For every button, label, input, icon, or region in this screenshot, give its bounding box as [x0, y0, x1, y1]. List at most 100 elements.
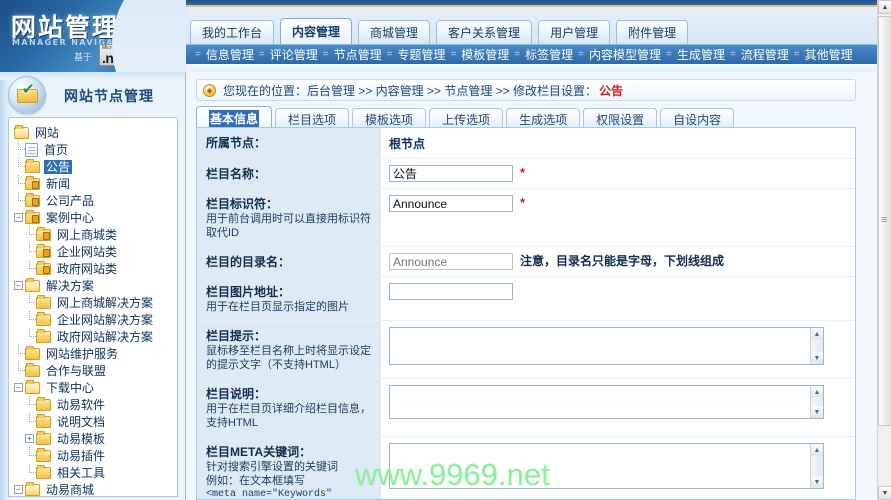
form-text-input-4[interactable]: [389, 283, 513, 300]
tree-node-20[interactable]: 相关工具: [14, 464, 177, 481]
form-field-cell: ▲ ▼: [382, 321, 855, 378]
folder-icon: [36, 311, 51, 326]
tree-guide: [14, 141, 25, 158]
tree-node-21[interactable]: − 动易商城: [14, 481, 177, 496]
tree-node-2[interactable]: 公告: [14, 158, 177, 175]
form-textarea-7[interactable]: [390, 444, 810, 488]
required-marker-icon: *: [520, 165, 526, 180]
textarea-scrollbar[interactable]: ▲ ▼: [810, 386, 823, 418]
tree-node-label: 公告: [44, 159, 73, 174]
subnav-item-0[interactable]: 信息管理: [204, 46, 256, 63]
scroll-up-icon[interactable]: ▲: [878, 0, 891, 14]
tree-node-10[interactable]: 网上商城解决方案: [14, 294, 177, 311]
subnav-item-3[interactable]: 专题管理: [395, 46, 447, 63]
primary-tabs: 我的工作台 内容管理 商城管理 客户关系管理 用户管理 附件管理: [190, 18, 689, 44]
primary-tab-3[interactable]: 客户关系管理: [436, 20, 533, 44]
subnav-item-5[interactable]: 标签管理: [523, 46, 575, 63]
folder-icon: [36, 328, 51, 343]
content-tab-1[interactable]: 栏目选项: [275, 108, 350, 129]
tree-node-6[interactable]: 网上商城类: [14, 226, 177, 243]
scroll-down-icon[interactable]: ▼: [811, 406, 823, 418]
form-label-cell: 栏目META关键词： 针对搜索引擎设置的关键词 例如：在文本框填写 <meta nam…: [197, 437, 382, 499]
form-rows: 所属节点： 根节点栏目名称： * 栏目标识符： 用于前台调用时可以直接用标识符取代ID *…: [197, 128, 855, 499]
form-textarea-5[interactable]: [390, 328, 810, 364]
primary-tab-label: 商城管理: [370, 26, 419, 40]
folder-icon: [36, 413, 51, 428]
textarea-scrollbar[interactable]: ▲ ▼: [810, 328, 823, 364]
textarea-scrollbar[interactable]: ▲ ▼: [810, 444, 823, 488]
subnav-item-2[interactable]: 节点管理: [332, 46, 384, 63]
primary-tab-0[interactable]: 我的工作台: [190, 20, 275, 44]
subnav-item-4[interactable]: 模板管理: [459, 46, 511, 63]
form-row-5: 栏目提示： 鼠标移至栏目名称上时将显示设定的提示文字（不支持HTML） ▲ ▼: [197, 321, 855, 379]
form-text-input-3[interactable]: [389, 253, 513, 270]
tree-node-11[interactable]: 企业网站解决方案: [14, 311, 177, 328]
form-textarea-6[interactable]: [390, 386, 810, 418]
collapse-icon[interactable]: −: [14, 485, 23, 494]
folder-locked-icon: [36, 260, 51, 275]
form-row-3: 栏目的目录名： 注意，目录名只能是字母，下划线组成: [197, 247, 855, 277]
form-label: 栏目的目录名：: [206, 255, 291, 269]
form-text-input-2[interactable]: [389, 195, 513, 212]
content-tab-6[interactable]: 自设内容: [660, 108, 735, 129]
tree-node-label: 企业网站解决方案: [57, 312, 154, 327]
tree-node-0[interactable]: 网站: [14, 124, 177, 141]
subnav-item-7[interactable]: 生成管理: [675, 46, 727, 63]
subnav-item-6[interactable]: 内容模型管理: [587, 46, 663, 63]
primary-tab-1[interactable]: 内容管理: [280, 18, 353, 44]
primary-tab-5[interactable]: 附件管理: [616, 20, 689, 44]
tree-node-8[interactable]: 政府网站类: [14, 260, 177, 277]
tree-node-17[interactable]: 说明文档: [14, 413, 177, 430]
scroll-down-icon[interactable]: ▼: [878, 486, 891, 500]
scrollbar-thumb[interactable]: [878, 16, 891, 426]
form-text-input-1[interactable]: [389, 165, 513, 182]
tree-node-label: 政府网站类: [57, 261, 118, 276]
tree-node-12[interactable]: 政府网站解决方案: [14, 328, 177, 345]
tree-node-4[interactable]: 公司产品: [14, 192, 177, 209]
tree-node-3[interactable]: 新闻: [14, 175, 177, 192]
content-tab-label: 模板选项: [365, 112, 414, 127]
form-label-cell: 栏目提示： 鼠标移至栏目名称上时将显示设定的提示文字（不支持HTML）: [197, 321, 382, 378]
expand-icon[interactable]: +: [25, 434, 34, 443]
tree-node-16[interactable]: 动易软件: [14, 396, 177, 413]
scroll-up-icon[interactable]: ▲: [811, 444, 823, 456]
collapse-icon[interactable]: −: [14, 281, 23, 290]
folder-icon: [25, 158, 40, 173]
scroll-down-icon[interactable]: ▼: [811, 352, 823, 364]
page-scrollbar[interactable]: ▲ ▼: [877, 0, 891, 500]
content-tab-5[interactable]: 权限设置: [583, 108, 658, 129]
tree-node-14[interactable]: 合作与联盟: [14, 362, 177, 379]
tree-node-19[interactable]: 动易插件: [14, 447, 177, 464]
collapse-icon[interactable]: −: [14, 213, 23, 222]
collapse-icon[interactable]: −: [14, 383, 23, 392]
folder-icon: [36, 294, 51, 309]
tree-node-label: 网上商城类: [57, 227, 118, 242]
folder-icon: [25, 481, 40, 496]
tree-node-5[interactable]: − 案例中心: [14, 209, 177, 226]
content-tab-3[interactable]: 上传选项: [429, 108, 504, 129]
tree-node-1[interactable]: 首页: [14, 141, 177, 158]
scroll-up-icon[interactable]: ▲: [811, 386, 823, 398]
tree-node-7[interactable]: 企业网站类: [14, 243, 177, 260]
tree-node-13[interactable]: 网站维护服务: [14, 345, 177, 362]
subnav-item-1[interactable]: 评论管理: [268, 46, 320, 63]
subnav-separator-icon: =: [729, 49, 736, 60]
header-bottom-rule: [186, 64, 891, 72]
subnav-item-9[interactable]: 其他管理: [803, 46, 855, 63]
content-tab-4[interactable]: 生成选项: [506, 108, 581, 129]
tree-node-18[interactable]: + 动易模板: [14, 430, 177, 447]
app-header: 网站管理系统 MANAGER NAVIGATES 基于 Microsoft .n…: [0, 0, 891, 72]
dotnet-badge-icon: Microsoft .net: [99, 44, 143, 66]
primary-tab-2[interactable]: 商城管理: [358, 20, 431, 44]
tree-node-9[interactable]: − 解决方案: [14, 277, 177, 294]
node-tree: 网站 首页 公告 新闻 公司产品 − 案例中心 网上商城类 企业网站类 政府网站类 − 解决方案 网上商…: [9, 118, 177, 496]
content-tab-2[interactable]: 模板选项: [352, 108, 427, 129]
tree-node-15[interactable]: − 下载中心: [14, 379, 177, 396]
primary-tab-4[interactable]: 用户管理: [538, 20, 611, 44]
content-tab-0[interactable]: 基本信息: [196, 106, 273, 129]
folder-icon: [36, 430, 51, 445]
subnav-item-8[interactable]: 流程管理: [739, 46, 791, 63]
scroll-down-icon[interactable]: ▼: [811, 476, 823, 488]
scroll-up-icon[interactable]: ▲: [811, 328, 823, 340]
folder-icon: [36, 464, 51, 479]
